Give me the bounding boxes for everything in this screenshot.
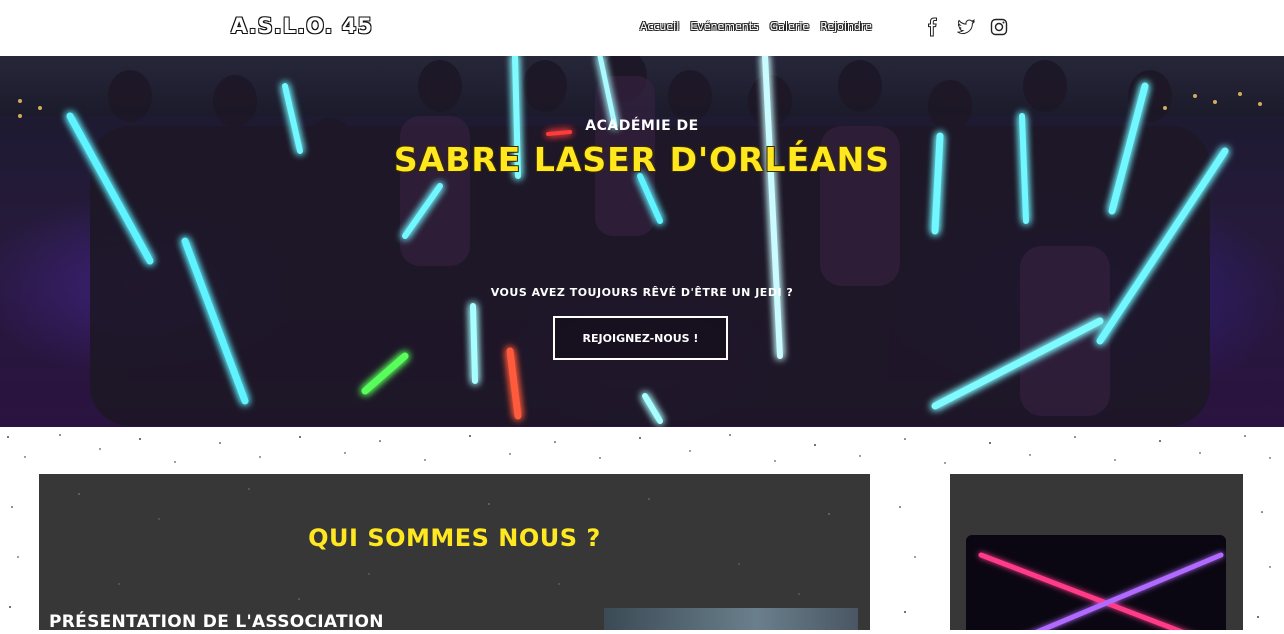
site-header: A.S.L.O. 45 Accueil Evénements Galerie R… (0, 0, 1284, 56)
main-nav: Accueil Evénements Galerie Rejoindre (640, 20, 872, 33)
sidebar-panel (950, 474, 1243, 630)
nav-link-accueil[interactable]: Accueil (640, 20, 679, 33)
hero-banner: ACADÉMIE DE SABRE LASER D'ORLÉANS VOUS A… (0, 56, 1284, 427)
instagram-icon[interactable] (989, 17, 1009, 37)
hero-title: SABRE LASER D'ORLÉANS (393, 140, 891, 179)
social-links (923, 17, 1009, 37)
about-photo (604, 608, 858, 630)
nav-link-rejoindre[interactable]: Rejoindre (820, 20, 872, 33)
panel-starfield (78, 488, 830, 600)
facebook-icon[interactable] (923, 17, 943, 37)
hero-question: VOUS AVEZ TOUJOURS RÊVÉ D'ÊTRE UN JEDI ? (490, 286, 794, 299)
hero-kicker: ACADÉMIE DE (585, 118, 699, 134)
join-us-button[interactable]: REJOIGNEZ-NOUS ! (553, 316, 728, 360)
twitter-icon[interactable] (956, 17, 976, 37)
sidebar-lightsaber-image (966, 535, 1226, 630)
about-subtitle: PRÉSENTATION DE L'ASSOCIATION (49, 612, 384, 630)
about-title: QUI SOMMES NOUS ? (308, 524, 601, 552)
about-section: QUI SOMMES NOUS ? PRÉSENTATION DE L'ASSO… (39, 474, 870, 630)
nav-link-evenements[interactable]: Evénements (690, 20, 758, 33)
hero-lightsaber-photo (18, 56, 1262, 426)
site-logo[interactable]: A.S.L.O. 45 (231, 14, 373, 38)
crossed-sabers-graphic (978, 552, 1224, 630)
nav-link-galerie[interactable]: Galerie (770, 20, 809, 33)
